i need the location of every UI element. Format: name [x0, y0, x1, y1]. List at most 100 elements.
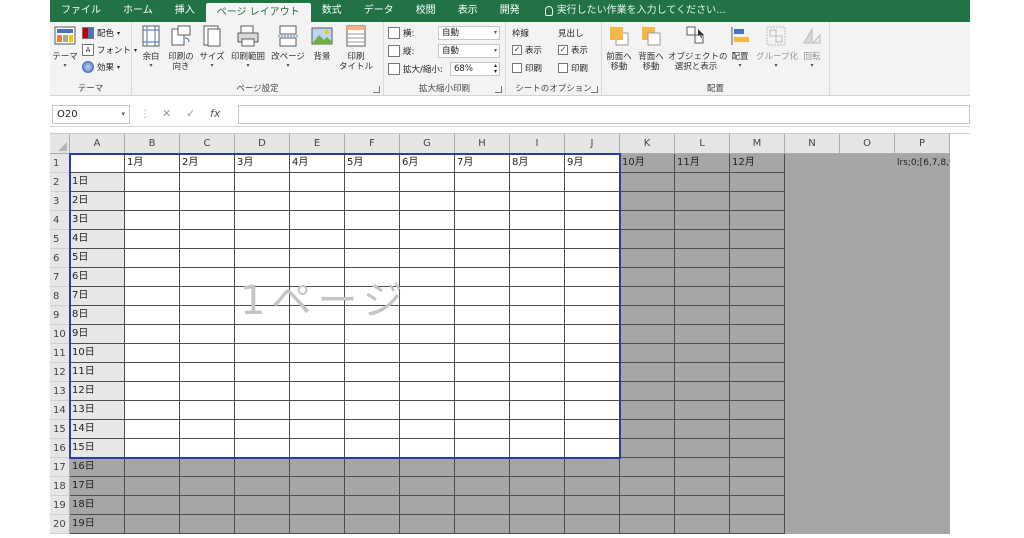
cell[interactable]: [455, 439, 510, 458]
worksheet-grid[interactable]: A B C D E F G H I J K L M N O P 1 1月 2月 3月 4月 5月 6月 7月 8月 9月 10月 11…: [50, 133, 970, 538]
rotate-button[interactable]: 回転 ▾: [798, 25, 826, 69]
cell[interactable]: [125, 230, 180, 249]
row-header[interactable]: 16: [50, 439, 70, 458]
cell[interactable]: [345, 401, 400, 420]
cell[interactable]: [510, 268, 565, 287]
column-header[interactable]: L: [675, 134, 730, 154]
row-header[interactable]: 2: [50, 173, 70, 192]
cell[interactable]: [565, 325, 620, 344]
cell[interactable]: [675, 458, 730, 477]
cell[interactable]: [565, 192, 620, 211]
row-header[interactable]: 14: [50, 401, 70, 420]
cell[interactable]: [675, 344, 730, 363]
cell[interactable]: [125, 439, 180, 458]
cell[interactable]: [620, 211, 675, 230]
cell[interactable]: [565, 420, 620, 439]
cell[interactable]: [620, 496, 675, 515]
column-header[interactable]: M: [730, 134, 785, 154]
group-button[interactable]: グループ化 ▾: [756, 25, 798, 69]
colors-button[interactable]: 配色 ▾: [82, 25, 120, 41]
cell[interactable]: [455, 306, 510, 325]
tab-2[interactable]: 挿入: [164, 0, 206, 22]
bring-forward-button[interactable]: 前面へ 移動: [604, 25, 634, 72]
cell[interactable]: [785, 192, 840, 211]
cell[interactable]: [345, 382, 400, 401]
day-label-cell[interactable]: 14日: [70, 420, 125, 439]
column-header[interactable]: P: [895, 134, 950, 154]
row-header[interactable]: 12: [50, 363, 70, 382]
cell[interactable]: [510, 249, 565, 268]
day-label-cell[interactable]: 5日: [70, 249, 125, 268]
day-label-cell[interactable]: 19日: [70, 515, 125, 534]
cell[interactable]: [675, 420, 730, 439]
cell[interactable]: [290, 306, 345, 325]
day-label-cell[interactable]: 18日: [70, 496, 125, 515]
cell[interactable]: [895, 344, 950, 363]
cell[interactable]: [785, 382, 840, 401]
day-label-cell[interactable]: 16日: [70, 458, 125, 477]
cell[interactable]: [455, 458, 510, 477]
cell[interactable]: [895, 420, 950, 439]
tab-1[interactable]: ホーム: [112, 0, 164, 22]
cell[interactable]: [125, 515, 180, 534]
month-header-cell[interactable]: 5月: [345, 154, 400, 173]
cell[interactable]: [565, 230, 620, 249]
cell[interactable]: [620, 173, 675, 192]
cell[interactable]: [180, 477, 235, 496]
month-header-cell[interactable]: 2月: [180, 154, 235, 173]
cell[interactable]: [675, 192, 730, 211]
cell[interactable]: [565, 268, 620, 287]
cell[interactable]: [510, 192, 565, 211]
cell[interactable]: [235, 420, 290, 439]
cell[interactable]: [785, 401, 840, 420]
column-header[interactable]: B: [125, 134, 180, 154]
cell[interactable]: [785, 477, 840, 496]
cell[interactable]: [125, 382, 180, 401]
tell-me-search[interactable]: 実行したい作業を入力してください...: [531, 0, 726, 22]
cell[interactable]: [400, 496, 455, 515]
cell[interactable]: [345, 211, 400, 230]
cell[interactable]: [895, 477, 950, 496]
cell[interactable]: [510, 344, 565, 363]
cell[interactable]: [565, 477, 620, 496]
cell[interactable]: [400, 420, 455, 439]
cell[interactable]: [510, 173, 565, 192]
cell[interactable]: [895, 173, 950, 192]
cell[interactable]: [290, 268, 345, 287]
cell[interactable]: [345, 325, 400, 344]
cell[interactable]: [455, 477, 510, 496]
cell[interactable]: [675, 287, 730, 306]
cell[interactable]: [290, 249, 345, 268]
cell[interactable]: [180, 249, 235, 268]
cell[interactable]: [565, 401, 620, 420]
cell[interactable]: [730, 192, 785, 211]
cell[interactable]: [675, 515, 730, 534]
column-header[interactable]: O: [840, 134, 895, 154]
day-label-cell[interactable]: 13日: [70, 401, 125, 420]
cell[interactable]: [290, 458, 345, 477]
day-label-cell[interactable]: 2日: [70, 192, 125, 211]
cell[interactable]: [620, 230, 675, 249]
cell[interactable]: [235, 439, 290, 458]
cell[interactable]: [455, 249, 510, 268]
cell[interactable]: [840, 515, 895, 534]
cell[interactable]: [565, 249, 620, 268]
cell[interactable]: [840, 287, 895, 306]
cell[interactable]: [840, 420, 895, 439]
cell[interactable]: [840, 325, 895, 344]
cell[interactable]: [785, 420, 840, 439]
tab-6[interactable]: 校閲: [405, 0, 447, 22]
cell[interactable]: [400, 287, 455, 306]
cell[interactable]: [180, 306, 235, 325]
day-label-cell[interactable]: 15日: [70, 439, 125, 458]
cell[interactable]: [235, 344, 290, 363]
cell[interactable]: [895, 439, 950, 458]
cell[interactable]: [455, 401, 510, 420]
cell[interactable]: [675, 382, 730, 401]
day-label-cell[interactable]: 1日: [70, 173, 125, 192]
column-header[interactable]: I: [510, 134, 565, 154]
cell[interactable]: [180, 325, 235, 344]
column-header[interactable]: E: [290, 134, 345, 154]
cell[interactable]: [785, 287, 840, 306]
cell[interactable]: [510, 211, 565, 230]
